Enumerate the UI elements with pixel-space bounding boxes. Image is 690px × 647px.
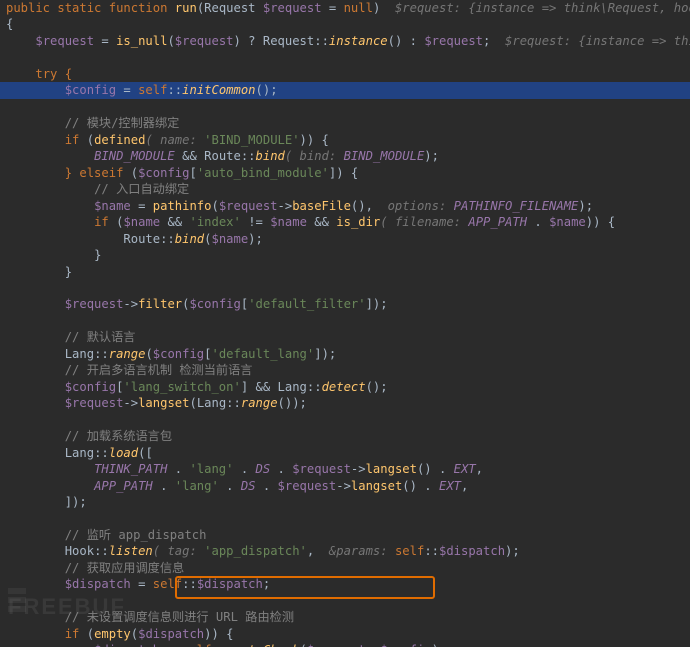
code-line: if ($name && 'index' != $name && is_dir(… xyxy=(0,214,690,230)
code-line: ]); xyxy=(0,494,690,510)
code-line xyxy=(0,49,690,65)
code-line: Route::bind($name); xyxy=(0,231,690,247)
code-line: $config['lang_switch_on'] && Lang::detec… xyxy=(0,379,690,395)
code-line: // 模块/控制器绑定 xyxy=(0,115,690,131)
code-line: // 监听 app_dispatch xyxy=(0,527,690,543)
code-editor[interactable]: public static function run(Request $requ… xyxy=(0,0,690,647)
code-line: // 未设置调度信息则进行 URL 路由检测 xyxy=(0,609,690,625)
code-line: Hook::listen( tag: 'app_dispatch', &para… xyxy=(0,543,690,559)
code-line xyxy=(0,99,690,115)
code-line: Lang::range($config['default_lang']); xyxy=(0,346,690,362)
code-line: THINK_PATH . 'lang' . DS . $request->lan… xyxy=(0,461,690,477)
code-line xyxy=(0,280,690,296)
code-line: } elseif ($config['auto_bind_module']) { xyxy=(0,165,690,181)
code-line: // 开启多语言机制 检测当前语言 xyxy=(0,362,690,378)
code-line: $request->langset(Lang::range()); xyxy=(0,395,690,411)
code-line: $request->filter($config['default_filter… xyxy=(0,296,690,312)
code-line: try { xyxy=(0,66,690,82)
code-line: // 默认语言 xyxy=(0,329,690,345)
code-line: // 加载系统语言包 xyxy=(0,428,690,444)
code-line: public static function run(Request $requ… xyxy=(0,0,690,16)
code-line xyxy=(0,313,690,329)
code-line: $name = pathinfo($request->baseFile(), o… xyxy=(0,198,690,214)
code-line xyxy=(0,412,690,428)
code-line: } xyxy=(0,247,690,263)
code-line: BIND_MODULE && Route::bind( bind: BIND_M… xyxy=(0,148,690,164)
code-line: APP_PATH . 'lang' . DS . $request->langs… xyxy=(0,478,690,494)
code-line: } xyxy=(0,264,690,280)
code-line: Lang::load([ xyxy=(0,445,690,461)
selected-line: $config = self::initCommon(); xyxy=(0,82,690,98)
code-line xyxy=(0,593,690,609)
code-line: $request = is_null($request) ? Request::… xyxy=(0,33,690,49)
code-line: // 获取应用调度信息 xyxy=(0,560,690,576)
code-line: if (defined( name: 'BIND_MODULE')) { xyxy=(0,132,690,148)
code-line xyxy=(0,511,690,527)
highlighted-line: $dispatch = self::routeCheck($request, $… xyxy=(0,642,690,647)
code-line: $dispatch = self::$dispatch; xyxy=(0,576,690,592)
code-line: { xyxy=(0,16,690,32)
code-line: // 入口自动绑定 xyxy=(0,181,690,197)
code-line: if (empty($dispatch)) { xyxy=(0,626,690,642)
